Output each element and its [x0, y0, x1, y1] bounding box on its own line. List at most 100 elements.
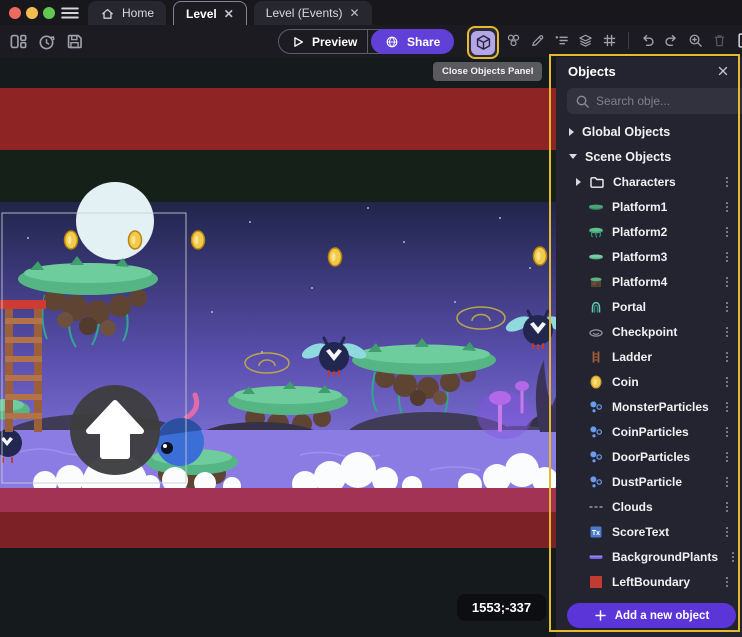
menu-icon[interactable] — [60, 4, 80, 22]
add-new-object-button[interactable]: Add a new object — [567, 603, 736, 628]
row-menu-icon[interactable] — [720, 350, 734, 364]
row-menu-icon[interactable] — [720, 400, 734, 414]
grid-icon[interactable] — [602, 32, 617, 49]
search-row — [556, 88, 742, 114]
toolbar-left-icons — [9, 32, 84, 51]
tab-home[interactable]: Home — [88, 1, 166, 25]
globe-icon — [385, 35, 399, 49]
row-menu-icon[interactable] — [720, 425, 734, 439]
instance-properties-icon[interactable] — [554, 32, 569, 49]
row-menu-icon[interactable] — [720, 500, 734, 514]
add-object-label: Add a new object — [615, 610, 710, 622]
platform-thin-icon — [588, 199, 604, 215]
caret-right-icon[interactable] — [569, 128, 574, 136]
history-icon[interactable] — [37, 32, 56, 51]
object-row-backgroundplants[interactable]: BackgroundPlants — [556, 544, 742, 569]
object-row-checkpoint[interactable]: Checkpoint — [556, 319, 742, 344]
row-menu-icon[interactable] — [720, 250, 734, 264]
object-label: Checkpoint — [612, 325, 677, 339]
row-menu-icon[interactable] — [720, 225, 734, 239]
tab-label: Level (Events) — [266, 6, 343, 20]
row-menu-icon[interactable] — [720, 275, 734, 289]
portal-icon — [588, 299, 604, 315]
plus-icon — [594, 609, 607, 622]
row-menu-icon[interactable] — [726, 550, 740, 564]
traffic-light-minimize[interactable] — [26, 7, 38, 19]
caret-down-icon[interactable] — [569, 154, 577, 159]
object-row-leftboundary[interactable]: LeftBoundary — [556, 569, 742, 594]
object-label: MonsterParticles — [612, 400, 709, 414]
save-icon[interactable] — [65, 32, 84, 51]
row-menu-icon[interactable] — [720, 450, 734, 464]
row-menu-icon[interactable] — [720, 175, 734, 189]
object-label: Coin — [612, 375, 639, 389]
moon[interactable] — [76, 182, 154, 260]
search-icon — [575, 94, 590, 109]
coin — [534, 247, 547, 265]
object-label: Platform2 — [612, 225, 667, 239]
object-row-coin[interactable]: Coin — [556, 369, 742, 394]
object-label: Clouds — [612, 500, 653, 514]
search-input[interactable] — [596, 94, 742, 108]
red-square-icon — [588, 574, 604, 590]
traffic-light-close[interactable] — [9, 7, 21, 19]
row-menu-icon[interactable] — [720, 300, 734, 314]
object-row-doorparticles[interactable]: DoorParticles — [556, 444, 742, 469]
objects-panel: Objects Global ObjectsScene ObjectsChara… — [556, 57, 742, 637]
object-row-platform1[interactable]: Platform1 — [556, 194, 742, 219]
object-row-monsterparticles[interactable]: MonsterParticles — [556, 394, 742, 419]
ladder-icon — [588, 349, 604, 365]
search-box[interactable] — [567, 88, 742, 114]
object-row-platform3[interactable]: Platform3 — [556, 244, 742, 269]
caret-right-icon[interactable] — [576, 178, 581, 186]
undo-icon[interactable] — [640, 32, 655, 49]
jump-button[interactable] — [70, 385, 160, 475]
object-label: BackgroundPlants — [612, 550, 718, 564]
object-row-ladder[interactable]: Ladder — [556, 344, 742, 369]
tab-level-events[interactable]: Level (Events) ✕ — [254, 1, 372, 25]
tree-group-scene-objects[interactable]: Scene Objects — [556, 144, 742, 169]
row-menu-icon[interactable] — [720, 475, 734, 489]
redo-icon[interactable] — [664, 32, 679, 49]
close-tab-icon[interactable]: ✕ — [349, 7, 359, 19]
coin-icon — [588, 374, 604, 390]
share-label: Share — [407, 35, 440, 49]
tab-label: Level — [186, 7, 217, 21]
row-menu-icon[interactable] — [720, 200, 734, 214]
object-row-portal[interactable]: Portal — [556, 294, 742, 319]
coin — [65, 231, 78, 249]
edit-scene-icon[interactable] — [736, 32, 742, 49]
panel-layout-icon[interactable] — [9, 32, 28, 51]
object-label: Platform3 — [612, 250, 667, 264]
row-menu-icon[interactable] — [720, 575, 734, 589]
layers-icon[interactable] — [578, 32, 593, 49]
close-tab-icon[interactable]: ✕ — [224, 8, 234, 20]
dashed-line-icon — [588, 499, 604, 515]
titlebar: Home Level ✕ Level (Events) ✕ — [0, 0, 742, 25]
object-row-characters[interactable]: Characters — [556, 169, 742, 194]
tab-level[interactable]: Level ✕ — [173, 1, 247, 25]
object-row-scoretext[interactable]: TxScoreText — [556, 519, 742, 544]
close-panel-icon[interactable] — [716, 64, 730, 78]
share-button[interactable]: Share — [371, 29, 454, 54]
traffic-light-maximize[interactable] — [43, 7, 55, 19]
object-row-platform2[interactable]: Platform2 — [556, 219, 742, 244]
object-row-clouds[interactable]: Clouds — [556, 494, 742, 519]
trash-icon[interactable] — [712, 32, 727, 49]
tree-group-global-objects[interactable]: Global Objects — [556, 119, 742, 144]
row-menu-icon[interactable] — [720, 375, 734, 389]
svg-text:Tx: Tx — [592, 529, 600, 536]
object-row-coinparticles[interactable]: CoinParticles — [556, 419, 742, 444]
object-groups-icon[interactable] — [506, 32, 521, 49]
object-row-dustparticle[interactable]: DustParticle — [556, 469, 742, 494]
particles-icon — [588, 399, 604, 415]
zoom-in-icon[interactable] — [688, 32, 703, 49]
coin — [192, 231, 205, 249]
row-menu-icon[interactable] — [720, 325, 734, 339]
objects-panel-toggle-button[interactable] — [471, 31, 495, 55]
preview-label: Preview — [312, 35, 357, 49]
row-menu-icon[interactable] — [720, 525, 734, 539]
object-label: Platform1 — [612, 200, 667, 214]
edit-pencil-icon[interactable] — [530, 32, 545, 49]
object-row-platform4[interactable]: Platform4 — [556, 269, 742, 294]
